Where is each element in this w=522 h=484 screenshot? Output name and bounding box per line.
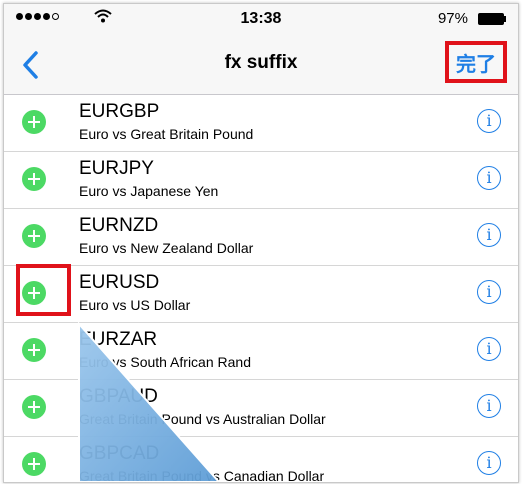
plus-circle-icon[interactable] bbox=[22, 395, 46, 419]
pair-description: Euro vs Great Britain Pound bbox=[79, 126, 254, 142]
info-circle-icon[interactable]: i bbox=[477, 280, 501, 304]
list-item[interactable]: EURZAR Euro vs South African Rand i bbox=[4, 323, 518, 380]
plus-circle-icon[interactable] bbox=[22, 338, 46, 362]
list-item[interactable]: EURUSD Euro vs US Dollar i bbox=[4, 266, 518, 323]
pair-description: Great Britain Pound vs Canadian Dollar bbox=[79, 468, 325, 483]
pair-code: GBPCAD bbox=[79, 443, 160, 464]
pair-description: Euro vs South African Rand bbox=[79, 354, 251, 370]
plus-circle-icon[interactable] bbox=[22, 452, 46, 476]
battery-icon bbox=[478, 13, 506, 25]
pair-description: Euro vs Japanese Yen bbox=[79, 183, 219, 199]
pair-code: EURJPY bbox=[79, 158, 154, 179]
done-button[interactable]: 完了 bbox=[445, 41, 507, 83]
list-item[interactable]: EURNZD Euro vs New Zealand Dollar i bbox=[4, 209, 518, 266]
plus-circle-icon[interactable] bbox=[22, 167, 46, 191]
plus-circle-icon[interactable] bbox=[22, 224, 46, 248]
plus-circle-icon[interactable] bbox=[22, 110, 46, 134]
list-item[interactable]: EURJPY Euro vs Japanese Yen i bbox=[4, 152, 518, 209]
info-circle-icon[interactable]: i bbox=[477, 337, 501, 361]
pair-code: GBPAUD bbox=[79, 386, 158, 407]
page-title: fx suffix bbox=[224, 52, 298, 73]
navigation-bar: fx suffix 完了 bbox=[4, 34, 518, 95]
pair-code: EURNZD bbox=[79, 215, 159, 236]
info-circle-icon[interactable]: i bbox=[477, 166, 501, 190]
info-circle-icon[interactable]: i bbox=[477, 394, 501, 418]
battery-percent: 97% bbox=[437, 10, 468, 27]
list-item[interactable]: EURGBP Euro vs Great Britain Pound i bbox=[4, 95, 518, 152]
pair-description: Great Britain Pound vs Australian Dollar bbox=[79, 411, 326, 427]
pair-code: EURGBP bbox=[79, 101, 160, 122]
list-item[interactable]: GBPCAD Great Britain Pound vs Canadian Do… bbox=[4, 437, 518, 483]
pair-description: Euro vs US Dollar bbox=[79, 297, 191, 313]
info-circle-icon[interactable]: i bbox=[477, 451, 501, 475]
pair-code: EURUSD bbox=[79, 272, 160, 293]
info-circle-icon[interactable]: i bbox=[477, 109, 501, 133]
phone-screen: 13:38 97% fx suffix 完了 EURGBP Euro vs Gre… bbox=[3, 3, 519, 483]
pair-code: EURZAR bbox=[79, 329, 158, 350]
plus-circle-icon[interactable] bbox=[22, 281, 46, 305]
list-item[interactable]: GBPAUD Great Britain Pound vs Australian … bbox=[4, 380, 518, 437]
pair-description: Euro vs New Zealand Dollar bbox=[79, 240, 254, 256]
info-circle-icon[interactable]: i bbox=[477, 223, 501, 247]
currency-pair-list: EURGBP Euro vs Great Britain Pound i EURJPY… bbox=[4, 95, 518, 483]
status-bar: 13:38 97% bbox=[4, 4, 518, 34]
